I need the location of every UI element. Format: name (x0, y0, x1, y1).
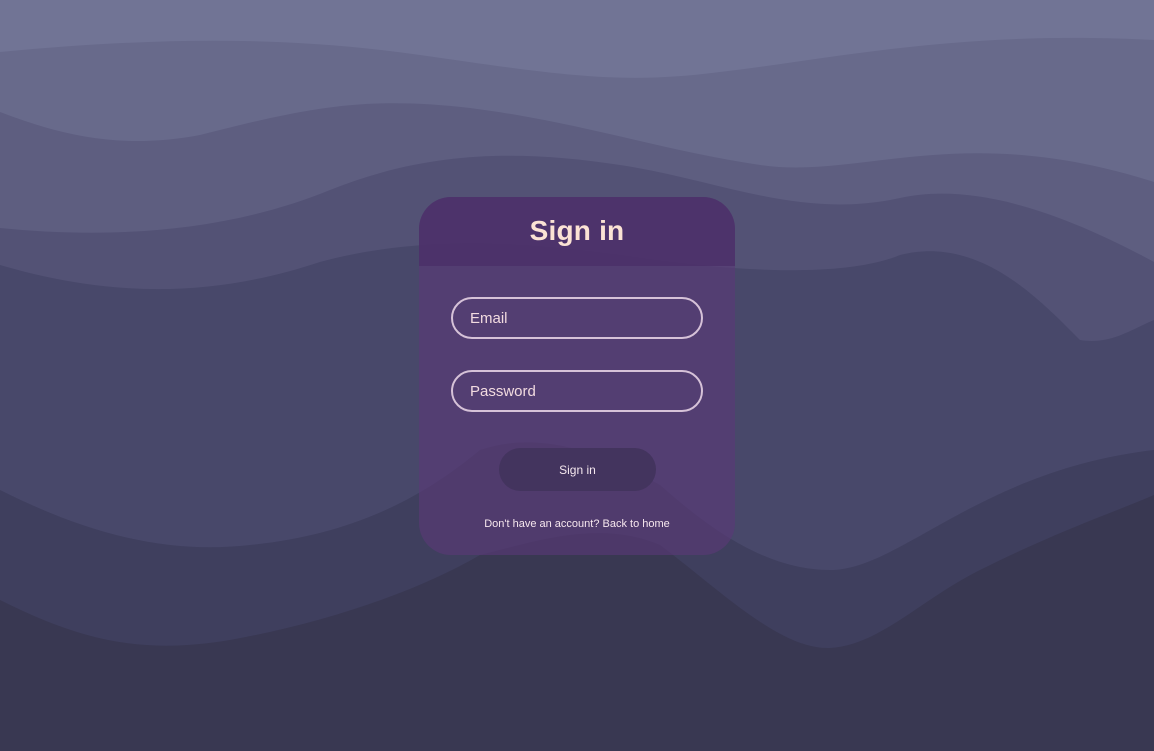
signup-prompt: Don't have an account? Back to home (419, 518, 735, 530)
sign-in-card: Sign in Sign in Don't have an account? B… (419, 197, 735, 555)
password-field[interactable] (451, 370, 703, 412)
back-to-home-link[interactable]: Back to home (603, 518, 670, 530)
page-title: Sign in (529, 214, 625, 246)
card-header: Sign in (419, 197, 735, 266)
sign-in-button[interactable]: Sign in (499, 448, 656, 491)
signup-prompt-text: Don't have an account? (484, 518, 600, 530)
email-field[interactable] (451, 297, 703, 339)
